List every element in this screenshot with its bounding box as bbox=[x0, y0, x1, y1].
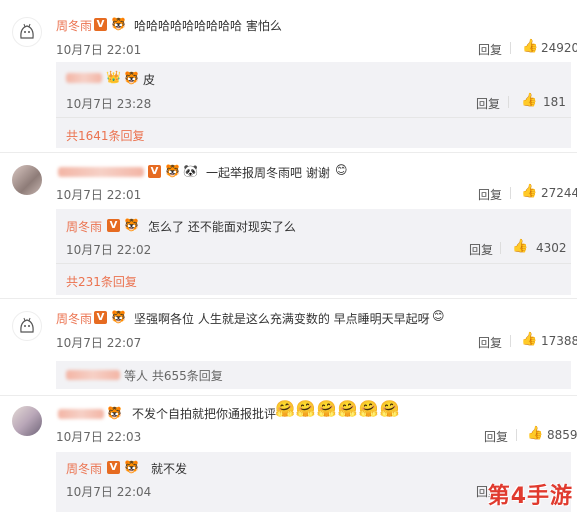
like-count: 8859 bbox=[547, 428, 577, 442]
divider bbox=[56, 117, 571, 118]
reply-button[interactable]: 回复 bbox=[478, 186, 502, 203]
comment-date: 10月7日 22:07 bbox=[56, 336, 142, 350]
fan-badge-icon: 🐯 bbox=[111, 17, 126, 31]
commenter-name[interactable]: 周冬雨 bbox=[56, 310, 92, 327]
like-count: 27244 bbox=[541, 186, 577, 200]
reply-date: 10月7日 22:04 bbox=[66, 485, 152, 499]
reply-button[interactable]: 回复 bbox=[478, 334, 502, 351]
commenter-name[interactable]: 周冬雨 bbox=[56, 17, 92, 34]
reply-date: 10月7日 22:02 bbox=[66, 243, 152, 257]
reply-author-name[interactable] bbox=[66, 73, 102, 83]
like-count: 181 bbox=[543, 95, 566, 109]
doodle-avatar-icon bbox=[20, 23, 34, 39]
comment-text: 不发个自拍就把你通报批评 bbox=[132, 407, 277, 421]
thumbs-up-icon[interactable]: 👍 bbox=[512, 239, 528, 254]
more-replies-link[interactable]: 共231条回复 bbox=[66, 273, 137, 290]
commenter-name[interactable] bbox=[58, 409, 104, 419]
verified-v-icon: V bbox=[148, 165, 161, 178]
comment-date: 10月7日 22:03 bbox=[56, 430, 142, 444]
smile-emoji-icon: 😊 bbox=[335, 163, 348, 177]
comment-text: 坚强啊各位 人生就是这么充满变数的 早点睡明天早起呀 bbox=[134, 312, 430, 326]
fan-badge-icon: 🐯 bbox=[124, 218, 139, 232]
reply-button[interactable]: 回复 bbox=[478, 41, 502, 58]
like-count: 17388 bbox=[541, 334, 577, 348]
reply-text: 怎么了 还不能面对现实了么 bbox=[148, 220, 296, 234]
divider bbox=[0, 395, 577, 396]
thumbs-up-icon[interactable]: 👍 bbox=[521, 332, 537, 347]
fan-badge-icon: 🐯 bbox=[165, 164, 180, 178]
fan-badge-icon: 🐯 bbox=[111, 310, 126, 324]
doodle-avatar-icon bbox=[20, 317, 34, 333]
divider bbox=[510, 42, 511, 54]
more-replies-link[interactable]: 等人 共655条回复 bbox=[124, 367, 223, 384]
divider bbox=[56, 263, 571, 264]
verified-v-icon: V bbox=[107, 461, 120, 474]
comment-text: 哈哈哈哈哈哈哈哈哈 害怕么 bbox=[134, 19, 282, 33]
reply-author-name[interactable] bbox=[66, 370, 120, 380]
crown-badge-icon: 👑 bbox=[106, 70, 121, 84]
thumbs-up-icon[interactable]: 👍 bbox=[527, 426, 543, 441]
fan-badge-icon: 🐯 bbox=[124, 460, 139, 474]
reply-text: 皮 bbox=[143, 73, 156, 87]
more-replies-link[interactable]: 共1641条回复 bbox=[66, 127, 145, 144]
commenter-name[interactable] bbox=[58, 167, 144, 177]
smile-emoji-icon: 😊 bbox=[432, 309, 445, 323]
divider bbox=[510, 335, 511, 347]
reply-author-name[interactable]: 周冬雨 bbox=[66, 218, 102, 235]
verified-v-icon: V bbox=[94, 18, 107, 31]
reply-button[interactable]: 回复 bbox=[469, 241, 493, 258]
thumbs-up-icon[interactable]: 👍 bbox=[522, 39, 538, 54]
reply-text: 就不发 bbox=[151, 462, 188, 476]
hug-emoji-icon: 🤗🤗🤗🤗🤗🤗 bbox=[275, 399, 401, 418]
divider bbox=[0, 298, 577, 299]
like-count: 24920 bbox=[541, 41, 577, 55]
reply-button[interactable]: 回复 bbox=[476, 95, 500, 112]
like-count: 4302 bbox=[536, 241, 567, 255]
verified-v-icon: V bbox=[107, 219, 120, 232]
thumbs-up-icon[interactable]: 👍 bbox=[521, 93, 537, 108]
site-watermark-logo: 第4手游 bbox=[487, 484, 573, 509]
thumbs-up-icon[interactable]: 👍 bbox=[521, 184, 537, 199]
reply-author-name[interactable]: 周冬雨 bbox=[66, 460, 102, 477]
panda-badge-icon: 🐼 bbox=[183, 164, 198, 178]
divider bbox=[516, 429, 517, 441]
reply-date: 10月7日 23:28 bbox=[66, 97, 152, 111]
fan-badge-icon: 🐯 bbox=[107, 406, 122, 420]
avatar[interactable] bbox=[12, 406, 42, 436]
comment-date: 10月7日 22:01 bbox=[56, 188, 142, 202]
divider bbox=[510, 187, 511, 199]
fan-badge-icon: 🐯 bbox=[124, 71, 139, 85]
verified-v-icon: V bbox=[94, 311, 107, 324]
divider bbox=[500, 242, 501, 254]
comment-text: 一起举报周冬雨吧 谢谢 bbox=[206, 166, 330, 180]
divider bbox=[508, 96, 509, 108]
avatar[interactable] bbox=[12, 165, 42, 195]
avatar[interactable] bbox=[12, 311, 42, 341]
divider bbox=[0, 152, 577, 153]
reply-button[interactable]: 回复 bbox=[484, 428, 508, 445]
avatar[interactable] bbox=[12, 17, 42, 47]
comment-date: 10月7日 22:01 bbox=[56, 43, 142, 57]
